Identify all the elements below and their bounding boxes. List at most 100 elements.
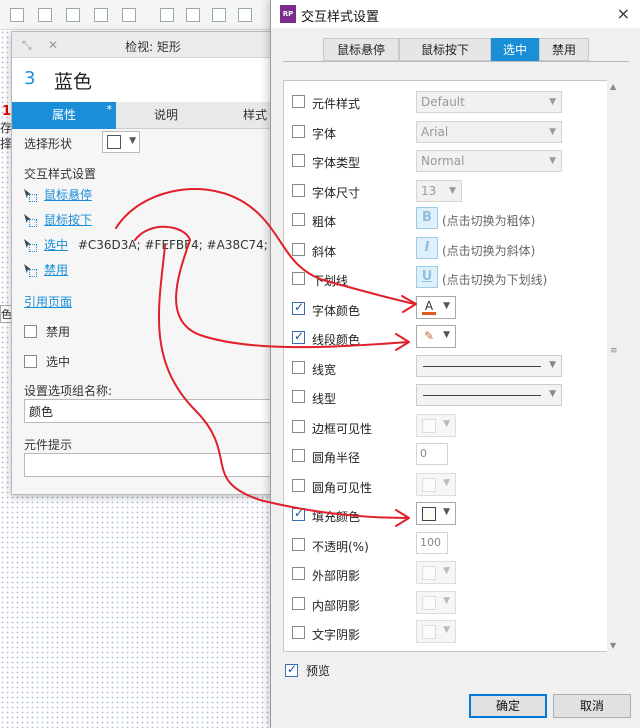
- chevron-down-icon: ▼: [443, 507, 450, 517]
- tab-selected[interactable]: 选中: [491, 38, 539, 61]
- property-checkbox[interactable]: [292, 300, 305, 315]
- property-checkbox[interactable]: [292, 506, 305, 521]
- inspector-panel: ⤡ ✕ 检视: 矩形 3 蓝色 属性 * 说明 样式 选择形状 ▼ 交互样式设置 …: [11, 31, 294, 495]
- style-property-row: 文字阴影 ▼: [284, 612, 616, 643]
- color-picker[interactable]: ▼: [416, 472, 456, 496]
- swatch-icon: [422, 477, 436, 492]
- select-shape-label: 选择形状: [24, 137, 73, 151]
- tooltip-input[interactable]: [24, 453, 284, 477]
- style-property-row: 内部阴影 ▼: [284, 583, 616, 614]
- select-shape-dropdown[interactable]: ▼: [102, 131, 140, 153]
- property-label: 不透明(%): [312, 539, 369, 554]
- toolbar-icon[interactable]: [94, 8, 108, 22]
- chevron-down-icon: ▼: [443, 330, 450, 340]
- interaction-hover[interactable]: 鼠标悬停: [24, 186, 92, 203]
- style-property-row: 边框可见性 ▼: [284, 406, 616, 437]
- color-picker[interactable]: ▼: [416, 620, 456, 643]
- tab-notes[interactable]: 说明: [116, 102, 216, 129]
- property-label: 填充颜色: [312, 510, 361, 524]
- style-property-row: 元件样式 Default ▼: [284, 81, 616, 113]
- property-checkbox[interactable]: [292, 419, 305, 433]
- property-label: 线宽: [312, 362, 337, 377]
- swatch-icon: [422, 625, 436, 639]
- color-picker[interactable]: ✎ ▼: [416, 325, 456, 348]
- checkbox[interactable]: [24, 355, 37, 368]
- number-input[interactable]: 100: [416, 531, 448, 554]
- format-toggle-button[interactable]: U: [416, 266, 438, 288]
- property-checkbox[interactable]: [292, 449, 305, 462]
- property-checkbox[interactable]: [292, 272, 305, 285]
- chevron-down-icon: ▼: [443, 477, 450, 488]
- line-style-dropdown[interactable]: ▼: [416, 384, 562, 406]
- scroll-down-icon[interactable]: ▼: [610, 641, 616, 650]
- shape-number: 3: [24, 68, 36, 89]
- background-toolbar: [0, 0, 280, 30]
- tab-hover[interactable]: 鼠标悬停: [323, 38, 399, 61]
- property-checkbox[interactable]: [292, 213, 305, 226]
- property-checkbox[interactable]: [292, 329, 305, 344]
- chevron-down-icon: ▼: [549, 359, 556, 370]
- tab-disabled[interactable]: 禁用: [539, 38, 589, 61]
- selected-checkbox[interactable]: 选中: [24, 353, 70, 370]
- property-checkbox[interactable]: [292, 626, 305, 639]
- align-center-icon[interactable]: [186, 8, 200, 22]
- inspector-tabs: 属性 * 说明 样式: [12, 102, 294, 129]
- scroll-up-icon[interactable]: ▲: [610, 82, 616, 91]
- chevron-down-icon: ▼: [549, 389, 556, 399]
- checkbox[interactable]: [24, 325, 37, 338]
- property-checkbox[interactable]: [292, 567, 305, 580]
- property-checkbox[interactable]: [292, 124, 305, 138]
- property-label: 下划线: [312, 274, 349, 288]
- style-property-row: 字体颜色A▼: [284, 288, 616, 319]
- group-name-label: 设置选项组名称:: [24, 384, 113, 398]
- disabled-checkbox[interactable]: 禁用: [24, 323, 70, 340]
- tab-mousedown[interactable]: 鼠标按下: [399, 38, 491, 61]
- interaction-disabled[interactable]: 禁用: [24, 261, 68, 278]
- interaction-style-dialog: RP 交互样式设置 × 鼠标悬停 鼠标按下 选中 禁用 元件样式 Default ▼…: [270, 0, 640, 728]
- tab-properties[interactable]: 属性 *: [12, 102, 116, 129]
- property-checkbox[interactable]: [292, 95, 305, 108]
- cursor-style-icon: [24, 264, 37, 277]
- property-checkbox[interactable]: [292, 360, 305, 374]
- toolbar-icon[interactable]: [38, 8, 52, 22]
- toolbar-icon[interactable]: [66, 8, 80, 22]
- color-picker[interactable]: ▼: [416, 413, 456, 437]
- color-picker[interactable]: ▼: [416, 590, 456, 614]
- toolbar-icon[interactable]: [10, 8, 24, 22]
- group-name-input[interactable]: 颜色: [24, 399, 284, 423]
- ok-button[interactable]: 确定: [469, 694, 547, 718]
- format-toggle-button[interactable]: I: [416, 236, 438, 259]
- line-style-dropdown[interactable]: ▼: [416, 354, 562, 377]
- chevron-down-icon: ▼: [443, 418, 450, 429]
- align-justify-icon[interactable]: [238, 8, 252, 22]
- preview-checkbox[interactable]: 预览: [285, 662, 330, 679]
- property-checkbox[interactable]: [292, 183, 305, 197]
- interaction-selected[interactable]: 选中 #C36D3A; #FEFBF4; #A38C74;: [24, 236, 268, 253]
- property-checkbox[interactable]: [292, 390, 305, 403]
- scrollbar-grip[interactable]: ≡: [610, 346, 618, 356]
- swatch-icon: [422, 595, 436, 610]
- style-property-row: 填充颜色 ▼: [284, 494, 616, 525]
- checkbox[interactable]: [285, 662, 298, 677]
- property-checkbox[interactable]: [292, 537, 305, 551]
- cursor-style-icon: [24, 239, 37, 252]
- property-checkbox[interactable]: [292, 478, 305, 492]
- toolbar-icon[interactable]: [122, 8, 136, 22]
- property-checkbox[interactable]: [292, 242, 305, 256]
- format-toggle-button[interactable]: B: [416, 207, 438, 229]
- color-picker[interactable]: ▼: [416, 561, 456, 584]
- chevron-down-icon: ▼: [549, 156, 556, 166]
- align-left-icon[interactable]: [160, 8, 174, 22]
- scrollbar[interactable]: ▲ ≡ ▼: [607, 80, 619, 652]
- cancel-button[interactable]: 取消: [553, 694, 631, 718]
- color-picker[interactable]: ▼: [416, 502, 456, 525]
- close-icon[interactable]: ×: [617, 4, 630, 23]
- property-checkbox[interactable]: [292, 154, 305, 167]
- reference-page-link[interactable]: 引用页面: [24, 293, 72, 310]
- number-input[interactable]: 0: [416, 443, 448, 465]
- property-checkbox[interactable]: [292, 596, 305, 610]
- shape-name[interactable]: 蓝色: [54, 67, 92, 94]
- align-right-icon[interactable]: [212, 8, 226, 22]
- interaction-mousedown[interactable]: 鼠标按下: [24, 211, 92, 228]
- color-picker[interactable]: A ▼: [416, 295, 456, 319]
